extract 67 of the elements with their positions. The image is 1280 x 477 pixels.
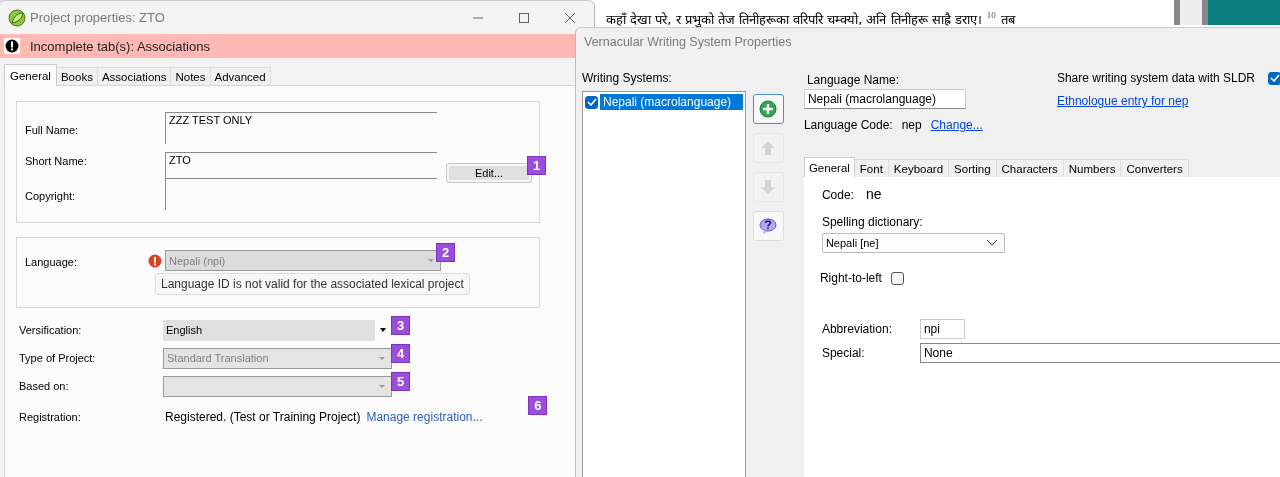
text-field[interactable]: None <box>919 343 1280 363</box>
text-field[interactable]: npi <box>919 319 965 339</box>
field-label: Type of Project: <box>19 352 97 364</box>
text-field[interactable]: ZTO <box>165 152 437 178</box>
help-button[interactable] <box>752 211 784 241</box>
field-label: Language Code: <box>803 118 893 132</box>
checkbox[interactable] <box>890 271 904 285</box>
callout-badge: 4 <box>391 343 410 363</box>
scripture-text: तब <box>1000 11 1015 29</box>
chevron-down-icon <box>985 239 998 247</box>
tab[interactable]: General <box>4 64 57 86</box>
field-label: Writing Systems: <box>582 71 673 85</box>
maximize-icon[interactable] <box>518 11 530 24</box>
field-label: Full Name: <box>25 123 80 138</box>
callout-badge: 2 <box>436 243 455 262</box>
list-box[interactable]: Nepali (macrolanguage) <box>582 91 746 477</box>
text-field[interactable]: ZZZ TEST ONLY <box>165 112 437 144</box>
edit-button[interactable]: Edit... <box>446 163 532 183</box>
field-label: Special: <box>821 346 866 360</box>
scripture-text: कहाँ देखा परे, र प्रभुको तेज तिनीहरूका वरिपरि चम्क्यो, अनि तिनीहरू साह्रै डराए। <box>606 11 982 29</box>
language-code: nep <box>901 118 922 132</box>
close-icon[interactable] <box>564 11 576 24</box>
window-title: Project properties: ZTO <box>30 10 166 25</box>
banner-text: Incomplete tab(s): Associations <box>30 38 210 54</box>
callout-badge: 1 <box>527 156 546 175</box>
field-label: Spelling dictionary: <box>821 215 923 229</box>
field-label: Abbreviation: <box>821 322 893 336</box>
field-label: Language: <box>25 255 78 268</box>
field-label: Short Name: <box>25 154 88 169</box>
side-panel <box>1208 0 1280 25</box>
field-label: Copyright: <box>25 189 77 204</box>
registration-status: Registered. (Test or Training Project) <box>165 410 361 424</box>
text-field[interactable]: Nepali (macrolanguage) <box>803 89 966 109</box>
text-field[interactable] <box>165 178 437 210</box>
callout-badge: 6 <box>528 396 548 415</box>
tab[interactable]: General <box>803 157 855 177</box>
tab[interactable]: Keyboard <box>887 159 950 177</box>
field-label: Versification: <box>19 324 83 336</box>
field-label: Registration: <box>19 411 82 423</box>
checkbox[interactable] <box>1268 71 1280 85</box>
tab[interactable]: Converters <box>1120 159 1189 177</box>
error-tooltip: Language ID is not valid for the associated lexical project <box>155 273 470 295</box>
callout-badge: 5 <box>391 371 410 391</box>
field-label: Based on: <box>19 380 70 392</box>
add-icon <box>759 100 778 118</box>
leaf-icon <box>8 8 26 27</box>
tab[interactable]: Sorting <box>948 159 997 177</box>
help-icon <box>759 217 778 235</box>
field-label: Code: <box>821 188 854 202</box>
callout-badge: 3 <box>391 315 410 335</box>
scrollbar <box>1174 0 1208 25</box>
ethnologue-link[interactable]: Ethnologue entry for nep <box>1056 94 1280 108</box>
window-title: Vernacular Writing System Properties <box>583 34 793 51</box>
up-arrow-icon <box>759 139 778 157</box>
field-label: Share writing system data with SLDR <box>1056 71 1255 85</box>
list-item[interactable]: Nepali (macrolanguage) <box>600 94 743 110</box>
down-arrow-icon <box>759 178 778 196</box>
verse-number: 10 <box>986 9 996 22</box>
spelling-dropdown[interactable]: Nepali [ne] <box>821 233 1005 253</box>
field-label: Language Name: <box>806 73 900 87</box>
warning-icon <box>4 38 20 54</box>
add-button[interactable] <box>752 94 784 124</box>
checkbox[interactable] <box>585 95 598 109</box>
manage-registration-link[interactable]: Manage registration... <box>366 410 483 424</box>
code-value: ne <box>865 186 882 202</box>
change-link[interactable]: Change... <box>930 118 983 132</box>
field-label: Right-to-left <box>819 271 882 285</box>
